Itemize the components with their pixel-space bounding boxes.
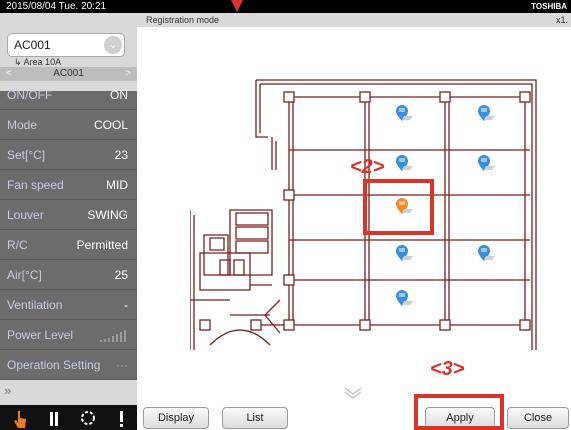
next-unit-button[interactable]: > bbox=[125, 67, 131, 81]
selection-highlight bbox=[363, 179, 434, 235]
callout-3: <3> bbox=[430, 358, 465, 380]
collapse-icon[interactable]: » bbox=[4, 383, 11, 398]
collapse-bar[interactable]: » bbox=[0, 380, 137, 405]
apply-highlight bbox=[414, 394, 504, 430]
row-mode[interactable]: Mode COOL bbox=[0, 111, 137, 140]
prev-unit-button[interactable]: < bbox=[6, 67, 12, 81]
row-label: Air[°C] bbox=[7, 268, 42, 282]
chevron-down-icon[interactable] bbox=[343, 386, 363, 400]
row-label: Set[°C] bbox=[7, 148, 46, 162]
row-label: R/C bbox=[7, 238, 28, 252]
nav-unit-label: AC001 bbox=[53, 68, 84, 79]
hand-icon[interactable] bbox=[10, 405, 30, 430]
status-bar: 2015/08/04 Tue. 20:21 TOSHIBA bbox=[0, 0, 571, 13]
row-value: Permitted bbox=[76, 238, 128, 252]
row-ventilation[interactable]: Ventilation - bbox=[0, 291, 137, 320]
ac-unit-marker[interactable] bbox=[474, 153, 496, 175]
zoom-level: x1. bbox=[555, 15, 568, 25]
ac-unit-marker[interactable] bbox=[392, 243, 414, 265]
row-value: 25 bbox=[114, 268, 128, 282]
row-value: ON bbox=[110, 88, 128, 102]
callout-2: <2> bbox=[350, 156, 385, 178]
row-label: Fan speed bbox=[7, 178, 64, 192]
row-value: COOL bbox=[93, 118, 128, 132]
row-label: Louver bbox=[7, 208, 44, 222]
chevron-down-icon[interactable]: ⌄ bbox=[104, 36, 122, 54]
row-operation-setting[interactable]: Operation Setting ··· bbox=[0, 351, 137, 380]
pointer-arrow-icon bbox=[231, 0, 243, 12]
sidebar: AC001 ⌄ ↳ Area 10A < AC001 > ON/OFF ON M… bbox=[0, 13, 137, 430]
row-rc[interactable]: R/C Permitted bbox=[0, 231, 137, 260]
row-fan-speed[interactable]: Fan speed MID bbox=[0, 171, 137, 200]
power-level-bars-icon bbox=[100, 330, 130, 342]
list-button[interactable]: List bbox=[222, 407, 288, 429]
area-branch-icon: ↳ bbox=[14, 57, 24, 67]
row-louver[interactable]: Louver SWING bbox=[0, 201, 137, 230]
ac-unit-marker[interactable] bbox=[392, 153, 414, 175]
toolbar bbox=[0, 405, 137, 430]
row-value: - bbox=[124, 298, 128, 312]
row-label: ON/OFF bbox=[7, 88, 53, 102]
area-name: Area 10A bbox=[23, 57, 62, 67]
row-label: Operation Setting bbox=[7, 358, 101, 372]
ac-unit-marker[interactable] bbox=[392, 103, 414, 125]
row-value: MID bbox=[106, 178, 128, 192]
row-value: 23 bbox=[114, 148, 128, 162]
brand-logo: TOSHIBA bbox=[531, 2, 567, 11]
more-icon: ··· bbox=[116, 358, 128, 372]
alert-icon[interactable] bbox=[112, 405, 132, 430]
pause-icon[interactable] bbox=[44, 405, 64, 430]
ac-unit-marker[interactable] bbox=[474, 103, 496, 125]
mode-header: Registration mode x1. bbox=[137, 13, 571, 27]
row-air-temp: Air[°C] 25 bbox=[0, 261, 137, 290]
row-setpoint[interactable]: Set[°C] 23 bbox=[0, 141, 137, 170]
row-label: Ventilation bbox=[7, 298, 63, 312]
unit-nav: < AC001 > bbox=[0, 67, 137, 81]
row-on-off[interactable]: ON/OFF ON bbox=[0, 81, 137, 110]
row-value: SWING bbox=[87, 208, 128, 222]
row-label: Mode bbox=[7, 118, 38, 132]
datetime: 2015/08/04 Tue. 20:21 bbox=[6, 1, 107, 12]
unit-header: AC001 ⌄ ↳ Area 10A < AC001 > bbox=[0, 13, 137, 91]
mode-label: Registration mode bbox=[146, 15, 220, 25]
gear-icon[interactable] bbox=[78, 405, 98, 430]
ac-unit-marker[interactable] bbox=[392, 288, 414, 310]
unit-select-value: AC001 bbox=[14, 38, 51, 52]
close-button[interactable]: Close bbox=[507, 407, 569, 429]
unit-select[interactable]: AC001 ⌄ bbox=[7, 33, 125, 57]
row-label: Power Level bbox=[7, 328, 74, 342]
ac-unit-marker[interactable] bbox=[474, 243, 496, 265]
row-power-level[interactable]: Power Level bbox=[0, 321, 137, 350]
display-button[interactable]: Display bbox=[143, 407, 209, 429]
